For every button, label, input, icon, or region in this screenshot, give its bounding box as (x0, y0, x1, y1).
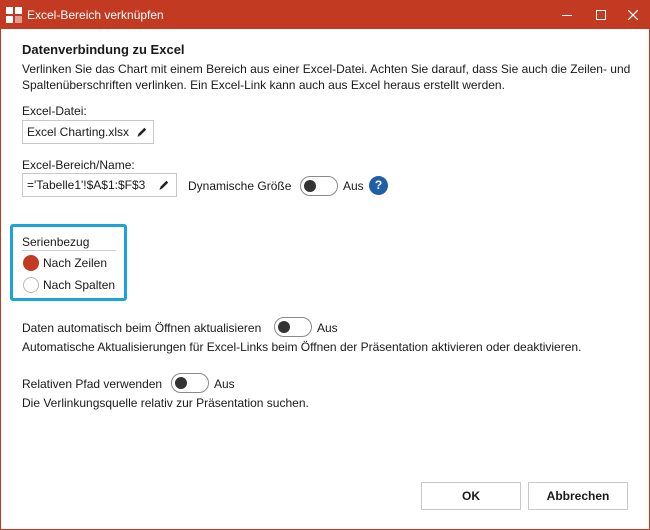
ok-button[interactable]: OK (421, 482, 521, 510)
auto-update-description: Automatische Aktualisierungen für Excel-… (22, 340, 582, 354)
excel-range-label: Excel-Bereich/Name: (22, 158, 135, 172)
auto-update-toggle[interactable] (274, 317, 312, 337)
excel-range-value: ='Tabelle1'!$A$1:$F$3 (27, 178, 146, 192)
relative-path-description: Die Verlinkungsquelle relativ zur Präsen… (22, 396, 309, 410)
pencil-icon[interactable] (136, 126, 148, 138)
close-button[interactable] (617, 1, 649, 29)
minimize-icon (562, 15, 572, 16)
auto-update-state: Aus (317, 321, 338, 335)
excel-file-field[interactable]: Excel Charting.xlsx (22, 120, 154, 144)
title-bar[interactable]: Excel-Bereich verknüpfen (1, 1, 649, 29)
relative-path-state: Aus (214, 377, 235, 391)
maximize-icon (596, 10, 606, 20)
relative-path-toggle[interactable] (171, 373, 209, 393)
dialog-window: Excel-Bereich verknüpfen Datenverbindung… (0, 0, 650, 530)
dynamic-size-label: Dynamische Größe (188, 179, 292, 193)
section-description: Verlinken Sie das Chart mit einem Bereic… (22, 62, 631, 92)
radio-by-rows-label[interactable]: Nach Zeilen (43, 256, 107, 270)
excel-file-label: Excel-Datei: (22, 104, 87, 118)
relative-path-label: Relativen Pfad verwenden (22, 377, 163, 391)
powerpoint-link-icon (6, 7, 22, 23)
dynamic-size-toggle[interactable] (300, 176, 338, 196)
section-heading: Datenverbindung zu Excel (22, 42, 185, 57)
pencil-icon[interactable] (158, 179, 170, 191)
window-title: Excel-Bereich verknüpfen (27, 8, 164, 22)
cancel-button[interactable]: Abbrechen (528, 482, 628, 510)
excel-file-value: Excel Charting.xlsx (27, 125, 130, 139)
dynamic-size-state: Aus (343, 179, 364, 193)
minimize-button[interactable] (551, 1, 583, 29)
close-icon (628, 10, 638, 20)
excel-range-field[interactable]: ='Tabelle1'!$A$1:$F$3 (22, 173, 177, 197)
radio-by-columns-label[interactable]: Nach Spalten (43, 278, 115, 292)
radio-by-columns[interactable] (23, 277, 39, 293)
toggle-knob (304, 180, 316, 192)
toggle-knob (175, 377, 187, 389)
help-icon[interactable]: ? (369, 176, 388, 195)
auto-update-label: Daten automatisch beim Öffnen aktualisie… (22, 321, 262, 335)
series-divider (22, 250, 116, 251)
series-group-title: Serienbezug (22, 235, 90, 249)
radio-by-rows[interactable] (23, 255, 39, 271)
maximize-button[interactable] (585, 1, 617, 29)
toggle-knob (278, 321, 290, 333)
